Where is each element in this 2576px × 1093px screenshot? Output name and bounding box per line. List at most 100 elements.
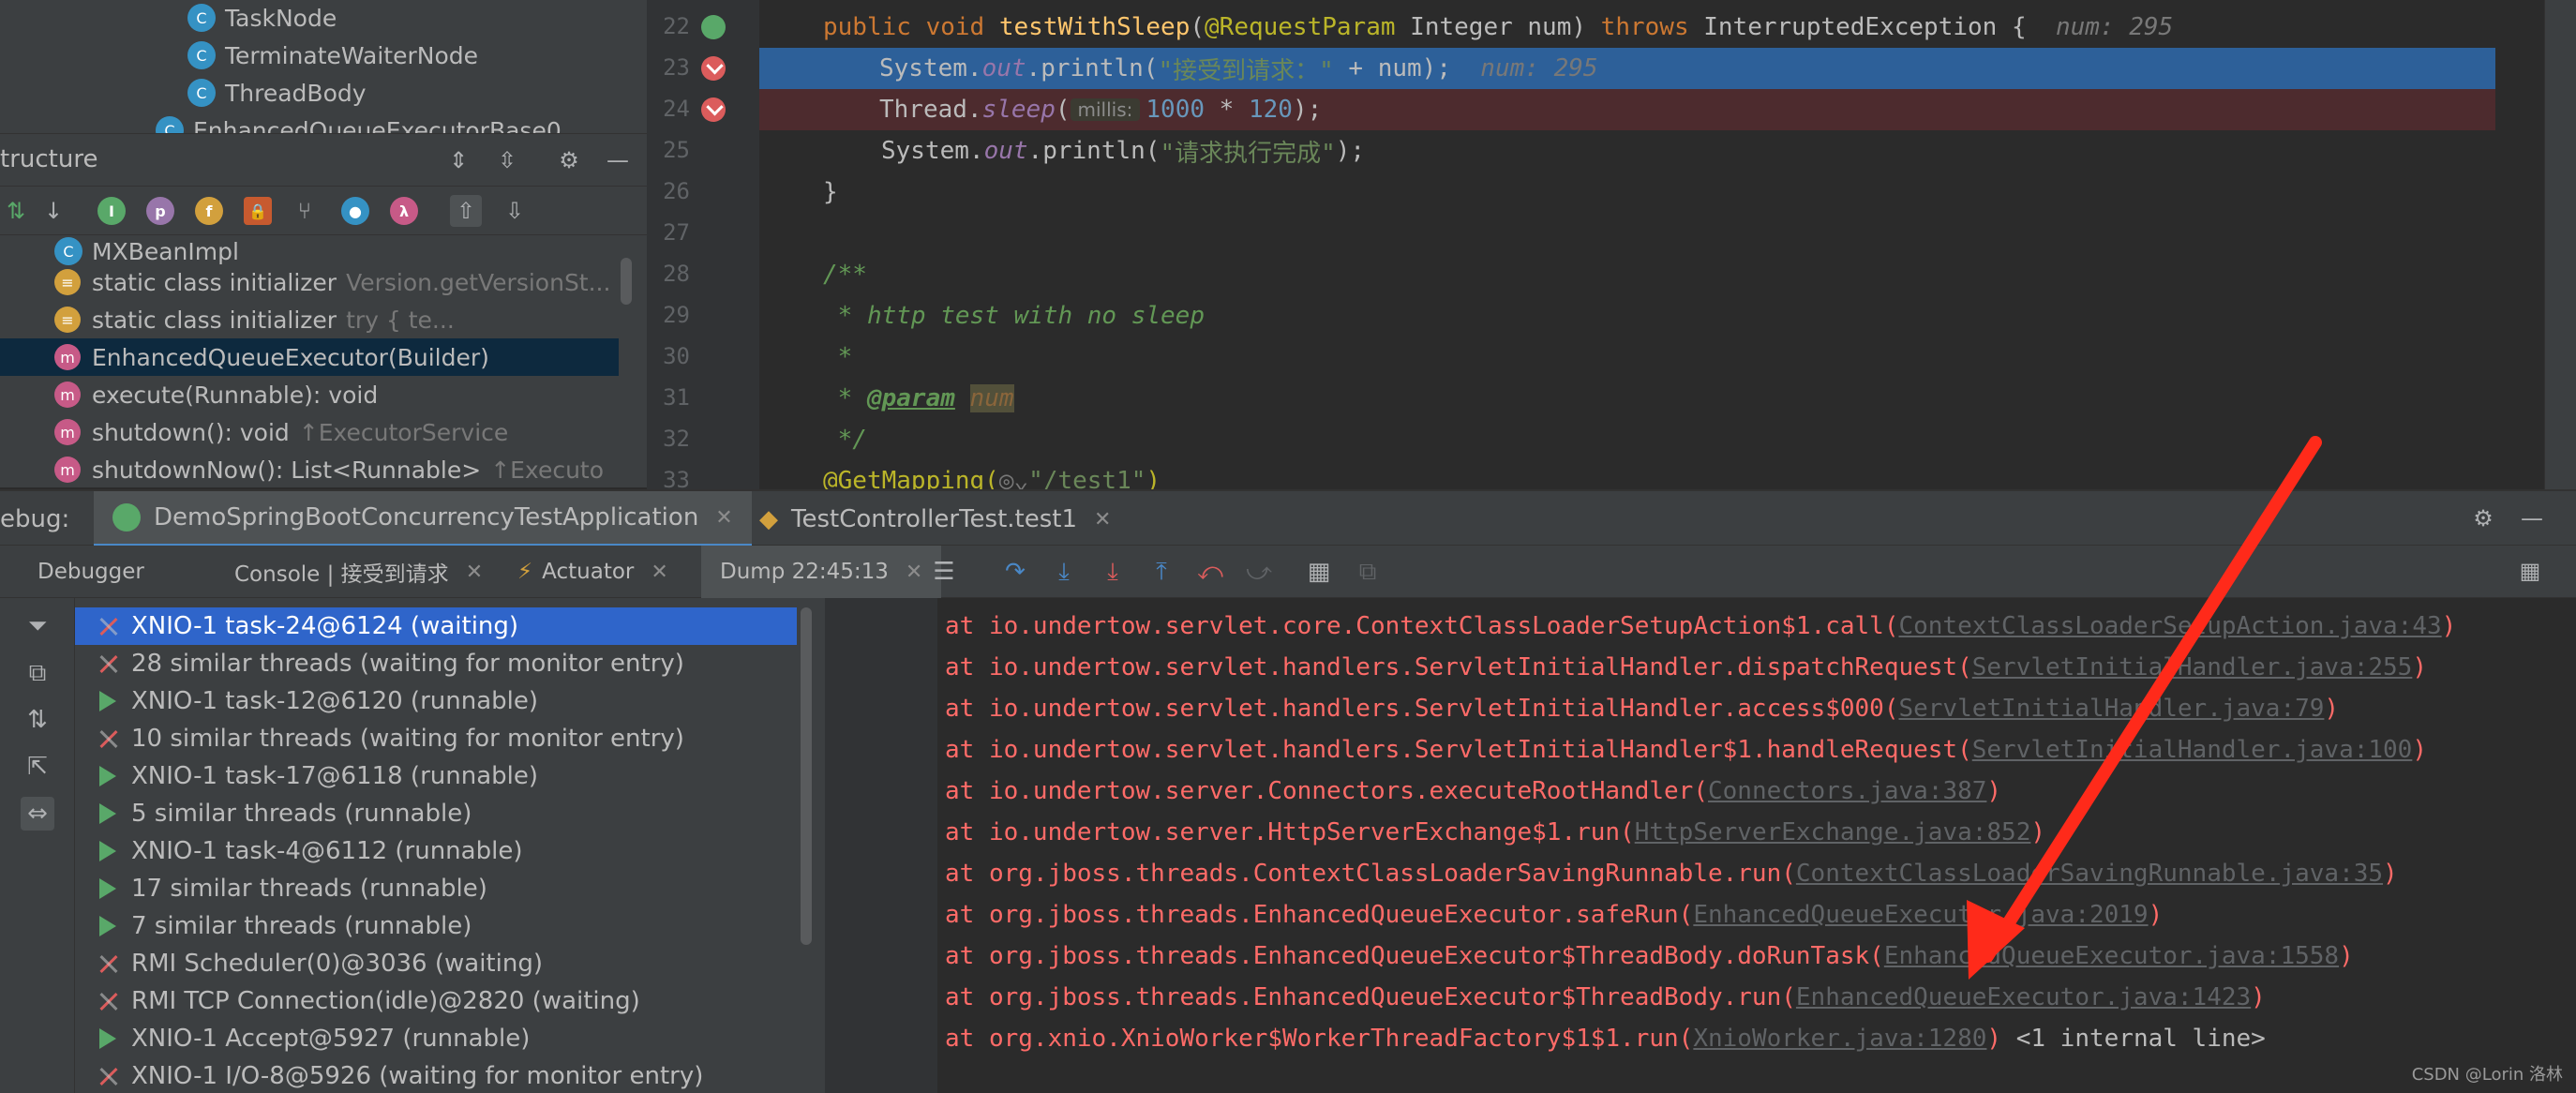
collapse-all-icon[interactable]: ⇳ (491, 144, 523, 176)
show-fields-icon[interactable]: f (195, 197, 223, 225)
tree-item[interactable]: C TerminateWaiterNode (187, 37, 478, 73)
show-lambdas-icon[interactable]: λ (390, 197, 418, 225)
close-icon[interactable]: ✕ (715, 506, 732, 530)
merge-similar-icon[interactable]: ⇔ (21, 797, 54, 831)
breakpoint-icon[interactable] (701, 56, 726, 81)
stack-frame-end: ) (2412, 736, 2427, 764)
autoscroll-from-source-icon[interactable]: ⇩ (499, 195, 531, 227)
thread-row[interactable]: 7 similar threads (runnable) (75, 907, 797, 945)
thread-label: RMI TCP Connection(idle)@2820 (waiting) (131, 987, 640, 1015)
tab-dump[interactable]: Dump 22:45:13 ✕ (701, 546, 942, 598)
actuator-icon: ⚡ (517, 560, 533, 584)
structure-header: tructure ⇕ ⇳ ⚙ — (0, 134, 647, 187)
thread-row[interactable]: RMI Scheduler(0)@3036 (waiting) (75, 945, 797, 982)
source-link[interactable]: XnioWorker.java:1280 (1693, 1025, 1986, 1053)
tree-item[interactable]: C TaskNode (187, 0, 337, 36)
stack-frame-text: at io.undertow.server.Connectors.execute… (945, 777, 1708, 805)
show-non-public-icon[interactable]: 🔒 (244, 197, 272, 225)
hierarchy-icon[interactable]: ⑂ (289, 195, 321, 227)
structure-item[interactable]: m execute(Runnable): void (0, 376, 619, 413)
stack-frame-line: at io.undertow.server.Connectors.execute… (945, 772, 2001, 810)
drop-frame-icon[interactable]: ⤺ (1194, 556, 1226, 588)
force-step-into-icon[interactable]: ⤓ (1097, 556, 1129, 588)
thread-label: 17 similar threads (runnable) (131, 875, 487, 903)
run-gutter-icon[interactable] (701, 15, 726, 39)
stack-frame-text: at org.jboss.threads.ContextClassLoaderS… (945, 860, 1796, 888)
structure-item-hint: ↑ExecutorService (298, 418, 509, 446)
filter-icon[interactable]: ⏷ (21, 609, 54, 643)
sort-visibility-icon[interactable]: ⇅ (0, 195, 32, 227)
show-properties-icon[interactable]: p (146, 197, 174, 225)
step-into-icon[interactable]: ⤓ (1048, 556, 1080, 588)
code-line-24-breakpoint: Thread. sleep(millis: 1000 * 120); (759, 89, 2495, 130)
thread-list[interactable]: XNIO-1 task-24@6124 (waiting) 28 similar … (75, 598, 825, 1093)
thread-label: XNIO-1 Accept@5927 (runnable) (131, 1025, 531, 1053)
code-line-23-current: System. out .println("接受到请求：" + num); num:… (759, 48, 2495, 89)
structure-item[interactable]: m shutdown(): void ↑ExecutorService (0, 413, 619, 451)
tab-test-controller[interactable]: ◆ TestControllerTest.test1 ✕ (741, 491, 1130, 547)
show-inherited-icon[interactable]: I (97, 197, 126, 225)
thread-row[interactable]: XNIO-1 task-12@6120 (runnable) (75, 682, 797, 720)
sort-alpha-icon[interactable]: ↓ (37, 195, 69, 227)
close-icon[interactable]: ✕ (1094, 508, 1111, 532)
minimize-icon[interactable]: — (2516, 502, 2548, 534)
thread-row[interactable]: 17 similar threads (runnable) (75, 870, 797, 907)
runnable-thread-icon (96, 839, 120, 863)
thread-row[interactable]: 28 similar threads (waiting for monitor … (75, 645, 797, 682)
stack-frame-line: at org.xnio.XnioWorker$WorkerThreadFacto… (945, 1020, 2266, 1057)
line-number: 30 (663, 343, 690, 369)
tree-item[interactable]: C EnhancedQueueExecutorBase0 (156, 112, 562, 133)
tab-demo-application[interactable]: DemoSpringBootConcurrencyTestApplication… (94, 491, 752, 547)
debug-label: ebug: (0, 505, 70, 533)
close-icon[interactable]: ✕ (466, 561, 483, 584)
structure-item[interactable]: ≡ static class initializer Version.getVe… (0, 263, 619, 301)
thread-row[interactable]: RMI TCP Connection(idle)@2820 (waiting) (75, 982, 797, 1020)
step-over-icon[interactable]: ↷ (999, 556, 1031, 588)
method-icon: m (54, 382, 81, 408)
step-out-icon[interactable]: ⤒ (1146, 556, 1177, 588)
tab-actuator[interactable]: ⚡ Actuator ✕ (517, 546, 668, 598)
evaluate-expression-icon[interactable]: ▦ (1303, 556, 1335, 588)
sort-icon[interactable]: ⇅ (21, 703, 54, 737)
autoscroll-to-source-icon[interactable]: ⇧ (450, 195, 482, 227)
structure-scrollbar[interactable] (621, 258, 632, 305)
line-number: 25 (663, 137, 690, 163)
breakpoint-icon[interactable] (701, 97, 726, 122)
close-icon[interactable]: ✕ (906, 561, 922, 584)
code-editor[interactable]: 22 23 24 25 26 27 28 29 30 31 32 33 publ… (647, 0, 2576, 489)
trace-stream-icon[interactable]: ⧉ (1352, 556, 1384, 588)
structure-item[interactable]: m shutdownNow(): List<Runnable> ↑Executo (0, 451, 619, 487)
thread-label: RMI Scheduler(0)@3036 (waiting) (131, 950, 543, 978)
gear-icon[interactable]: ⚙ (553, 144, 585, 176)
thread-row[interactable]: XNIO-1 task-4@6112 (runnable) (75, 832, 797, 870)
copy-icon[interactable]: ⧉ (21, 656, 54, 690)
layout-icon[interactable]: ▦ (2514, 555, 2546, 587)
thread-row[interactable]: XNIO-1 Accept@5927 (runnable) (75, 1020, 797, 1057)
structure-item[interactable]: ≡ static class initializer try { te... (0, 301, 619, 338)
thread-row[interactable]: XNIO-1 I/O-8@5926 (waiting for monitor e… (75, 1057, 797, 1093)
thread-row[interactable]: XNIO-1 task-17@6118 (runnable) (75, 757, 797, 795)
minimize-icon[interactable]: — (602, 144, 634, 176)
close-icon[interactable]: ✕ (651, 561, 667, 584)
export-icon[interactable]: ⇱ (21, 750, 54, 784)
tab-console[interactable]: Console | 接受到请求 ✕ (234, 546, 483, 598)
gear-icon[interactable]: ⚙ (2467, 502, 2499, 534)
thread-row[interactable]: 10 similar threads (waiting for monitor … (75, 720, 797, 757)
show-anonymous-icon[interactable]: ● (341, 197, 369, 225)
parameter-hint: millis: (1070, 98, 1141, 121)
structure-item-selected[interactable]: m EnhancedQueueExecutor(Builder) (0, 338, 619, 376)
tab-debugger[interactable]: Debugger (37, 546, 144, 598)
tree-item[interactable]: C ThreadBody (187, 75, 367, 111)
thread-label: XNIO-1 task-4@6112 (runnable) (131, 837, 523, 865)
structure-item-label: execute(Runnable): void (92, 381, 379, 409)
thread-row-selected[interactable]: XNIO-1 task-24@6124 (waiting) (75, 607, 797, 645)
stack-frame-text: at io.undertow.server.HttpServerExchange… (945, 818, 1635, 846)
thread-list-scrollbar[interactable] (801, 607, 812, 945)
thread-row[interactable]: 5 similar threads (runnable) (75, 795, 797, 832)
stack-frame-text: at io.undertow.servlet.core.ContextClass… (945, 612, 1899, 640)
run-to-cursor-icon[interactable]: ⤻ (1243, 556, 1275, 588)
structure-item[interactable]: C MXBeanImpl (0, 235, 619, 267)
expand-all-icon[interactable]: ⇕ (442, 144, 474, 176)
internal-lines-fold[interactable]: <1 internal line> (2001, 1025, 2266, 1053)
show-execution-point-icon[interactable]: ☰ (928, 556, 960, 588)
